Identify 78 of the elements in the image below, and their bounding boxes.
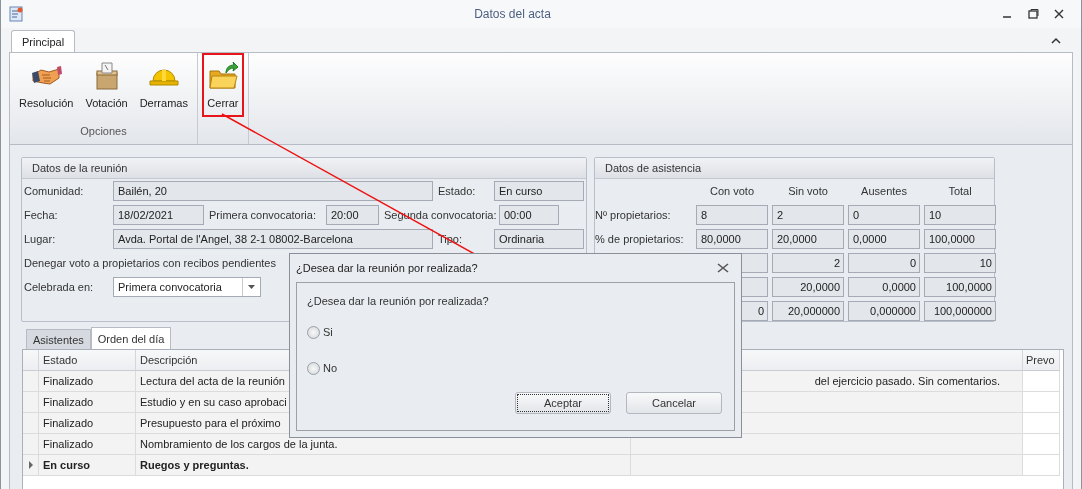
table-cell xyxy=(1023,413,1060,434)
column-header: Con voto xyxy=(709,184,755,199)
text-field[interactable]: 2 xyxy=(772,253,844,273)
tab[interactable]: Asistentes xyxy=(26,329,91,349)
field-label: Estado: xyxy=(438,185,477,197)
column-header: Estado xyxy=(39,350,136,371)
row-label: % de propietarios: xyxy=(595,232,685,247)
group-title: Datos de la reunión xyxy=(32,162,128,174)
text-field[interactable]: 0 xyxy=(848,205,920,225)
text-field[interactable]: 10 xyxy=(924,205,996,225)
ribbon-button[interactable]: Derramas xyxy=(134,53,193,117)
text-field[interactable]: Ordinaria xyxy=(494,229,584,249)
text-field[interactable]: 10 xyxy=(924,253,996,273)
ribbon-button[interactable]: Cerrar xyxy=(201,53,244,117)
question-text: ¿Desea dar la reunión por realizada? xyxy=(307,295,490,307)
table-cell: del ejercicio pasado. Sin comentarios. xyxy=(814,375,1000,387)
field-label: Denegar voto a propietarios con recibos pendientes xyxy=(24,257,276,269)
text-field[interactable]: 0,0000 xyxy=(848,277,920,297)
table-cell xyxy=(1023,434,1060,455)
text-field[interactable]: 20,0000 xyxy=(772,277,844,297)
table-cell: Finalizado xyxy=(39,371,136,392)
text-field[interactable]: 100,0000 xyxy=(924,277,996,297)
text-field[interactable]: 0 xyxy=(848,253,920,273)
caret-icon xyxy=(248,285,255,289)
table-cell: Ruegos y preguntas. xyxy=(136,455,631,476)
column-header: Ausentes xyxy=(860,184,908,199)
text-field[interactable]: En curso xyxy=(494,181,584,201)
text-field[interactable]: 2 xyxy=(772,205,844,225)
text-field[interactable]: Avda. Portal de l'Angel, 38 2-1 08002-Barcelona xyxy=(113,229,433,249)
row-indicator-icon xyxy=(28,461,33,469)
ribbon-button[interactable]: Votación xyxy=(80,53,133,117)
field-label: Lugar: xyxy=(24,233,57,245)
field-label: Celebrada en: xyxy=(24,281,95,293)
restore-icon[interactable] xyxy=(1027,8,1039,20)
folder-arrow-icon xyxy=(206,61,239,91)
text-field[interactable]: 20:00 xyxy=(326,205,379,225)
table-cell: Finalizado xyxy=(39,413,136,434)
text-field[interactable]: 20,0000 xyxy=(772,229,844,249)
window-title: Datos del acta xyxy=(473,7,552,21)
text-field[interactable]: 8 xyxy=(696,205,768,225)
table-cell: Finalizado xyxy=(39,434,136,455)
column-header xyxy=(23,350,39,371)
group-caption: Opciones xyxy=(80,125,127,137)
dialog-button[interactable]: Aceptar xyxy=(515,392,611,414)
radio-button[interactable]: Si xyxy=(307,324,333,340)
dropdown[interactable]: Primera convocatoria xyxy=(113,277,261,297)
table-cell: Finalizado xyxy=(39,392,136,413)
text-field[interactable]: 100,000000 xyxy=(924,301,996,321)
field-label: Primera convocatoria: xyxy=(209,209,317,221)
tab[interactable]: Orden del día xyxy=(90,327,172,349)
collapse-icon[interactable] xyxy=(1051,36,1061,44)
close-icon[interactable] xyxy=(717,263,729,273)
column-header: Prevo xyxy=(1023,350,1060,371)
text-field[interactable]: 20,000000 xyxy=(772,301,844,321)
text-field[interactable]: 00:00 xyxy=(499,205,559,225)
ribbon-tab[interactable]: Principal xyxy=(11,30,76,52)
text-field[interactable]: 18/02/2021 xyxy=(113,205,204,225)
text-field[interactable]: 80,0000 xyxy=(696,229,768,249)
text-field[interactable]: 0,0000 xyxy=(848,229,920,249)
text-field[interactable]: Bailén, 20 xyxy=(113,181,433,201)
row-label: Nº propietarios: xyxy=(595,208,672,223)
text-field[interactable]: 100,0000 xyxy=(924,229,996,249)
column-header: Sin voto xyxy=(787,184,829,199)
field-label: Fecha: xyxy=(24,209,59,221)
table-cell xyxy=(1023,455,1060,476)
ribbon-button[interactable]: Resolución xyxy=(14,53,79,117)
table-cell: Lectura del acta de la reunión xyxy=(140,375,285,387)
text-field[interactable]: 0,000000 xyxy=(848,301,920,321)
group-title: Datos de asistencia xyxy=(605,162,701,174)
field-label: Comunidad: xyxy=(24,185,85,197)
dialog-title: ¿Desea dar la reunión por realizada? xyxy=(296,262,479,274)
dialog-button[interactable]: Cancelar xyxy=(626,392,722,414)
app-icon xyxy=(9,6,24,22)
table-cell xyxy=(1023,392,1060,413)
close-icon[interactable] xyxy=(1053,8,1065,20)
column-header: Total xyxy=(947,184,973,199)
row-indicator[interactable] xyxy=(23,455,39,476)
table-cell: En curso xyxy=(39,455,136,476)
